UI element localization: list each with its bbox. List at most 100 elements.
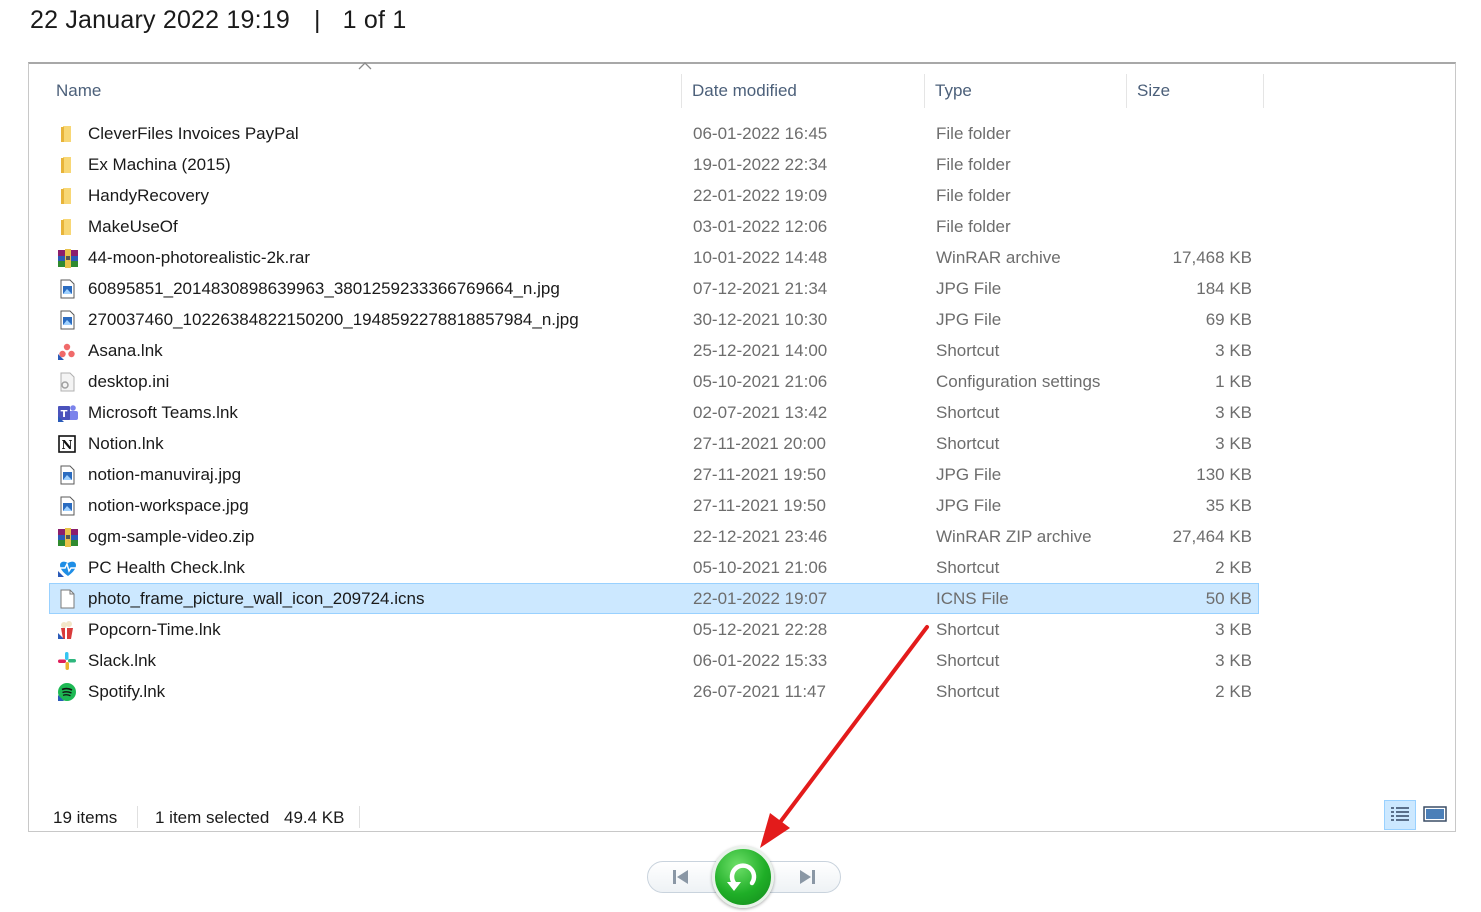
file-row[interactable]: Ex Machina (2015) 19-01-2022 22:34 File fo… (49, 149, 1259, 180)
file-date-modified: 06-01-2022 16:45 (693, 124, 828, 143)
file-date-modified: 27-11-2021 20:00 (693, 434, 826, 453)
file-name: Microsoft Teams.lnk (88, 403, 238, 422)
file-row[interactable]: CleverFiles Invoices PayPal 06-01-2022 16… (49, 118, 1259, 149)
large-icons-view-icon (1423, 806, 1447, 822)
column-header-type[interactable]: Type (925, 74, 1127, 108)
file-type: Shortcut (936, 558, 1000, 577)
file-type: JPG File (936, 496, 1002, 515)
file-row[interactable]: T Microsoft Teams.lnk 02-07-2021 13:42 Shor… (49, 397, 1259, 428)
file-size: 3 KB (1215, 651, 1252, 670)
file-date-modified: 22-12-2021 23:46 (693, 527, 828, 546)
previous-button[interactable] (668, 865, 694, 889)
column-header-size[interactable]: Size (1127, 74, 1264, 108)
file-row[interactable]: 60895851_2014830898639963_38012592333667… (49, 273, 1259, 304)
next-button[interactable] (794, 865, 820, 889)
file-row[interactable]: ogm-sample-video.zip 22-12-2021 23:46 WinR… (49, 521, 1259, 552)
image-file-icon (57, 279, 77, 299)
photo-viewer-header: 22 January 2022 19:19 | 1 of 1 (30, 6, 406, 35)
file-type: Configuration settings (936, 372, 1101, 391)
selection-size: 49.4 KB (284, 808, 345, 827)
file-row[interactable]: Popcorn-Time.lnk 05-12-2021 22:28 Shortcut… (49, 614, 1259, 645)
teams-icon: T (57, 403, 78, 423)
file-row[interactable]: 270037460_10226384822150200_194859227881… (49, 304, 1259, 335)
notion-icon: N (57, 434, 77, 454)
file-type: File folder (936, 124, 1011, 143)
header-separator: | (313, 6, 321, 34)
file-row[interactable]: notion-workspace.jpg 27-11-2021 19:50 JPG … (49, 490, 1259, 521)
explorer-file-list-window: Name Date modified Type Size CleverFiles… (28, 62, 1456, 832)
file-row[interactable]: HandyRecovery 22-01-2022 19:09 File folder (49, 180, 1259, 211)
details-view-button[interactable] (1384, 800, 1416, 830)
file-name: notion-workspace.jpg (88, 496, 249, 515)
slack-icon (57, 651, 77, 671)
sort-ascending-icon[interactable] (358, 61, 372, 71)
file-name: photo_frame_picture_wall_icon_209724.icn… (88, 589, 425, 608)
file-name: Notion.lnk (88, 434, 164, 453)
file-row[interactable]: PC Health Check.lnk 05-10-2021 21:06 Short… (49, 552, 1259, 583)
file-date-modified: 03-01-2022 12:06 (693, 217, 828, 236)
file-size: 3 KB (1215, 620, 1252, 639)
file-row[interactable]: Asana.lnk 25-12-2021 14:00 Shortcut 3 KB (49, 335, 1259, 366)
file-date-modified: 25-12-2021 14:00 (693, 341, 828, 360)
file-row[interactable]: 44-moon-photorealistic-2k.rar 10-01-2022 … (49, 242, 1259, 273)
svg-text:N: N (62, 438, 73, 452)
file-date-modified: 10-01-2022 14:48 (693, 248, 828, 267)
capture-date: 22 January 2022 19:19 (30, 6, 290, 34)
file-row[interactable]: photo_frame_picture_wall_icon_209724.icn… (49, 583, 1259, 614)
file-type: File folder (936, 217, 1011, 236)
file-type: JPG File (936, 279, 1002, 298)
file-row[interactable]: notion-manuviraj.jpg 27-11-2021 19:50 JPG … (49, 459, 1259, 490)
file-size: 17,468 KB (1172, 248, 1252, 267)
file-date-modified: 27-11-2021 19:50 (693, 465, 826, 484)
popcorn-icon (57, 620, 77, 640)
status-divider (359, 806, 360, 828)
file-row[interactable]: desktop.ini 05-10-2021 21:06 Configuration… (49, 366, 1259, 397)
file-row[interactable]: MakeUseOf 03-01-2022 12:06 File folder (49, 211, 1259, 242)
file-date-modified: 05-10-2021 21:06 (693, 372, 828, 391)
large-icons-view-button[interactable] (1420, 800, 1452, 830)
file-size: 2 KB (1215, 558, 1252, 577)
items-count: 19 items (53, 808, 118, 827)
file-row[interactable]: Spotify.lnk 26-07-2021 11:47 Shortcut 2 KB (49, 676, 1259, 707)
blank-file-icon (57, 589, 77, 609)
file-name: CleverFiles Invoices PayPal (88, 124, 299, 143)
rotate-button[interactable] (712, 846, 774, 908)
file-type: Shortcut (936, 682, 1000, 701)
file-date-modified: 02-07-2021 13:42 (693, 403, 828, 422)
file-name: Popcorn-Time.lnk (88, 620, 221, 639)
file-type: File folder (936, 155, 1011, 174)
file-name: HandyRecovery (88, 186, 209, 205)
file-name: desktop.ini (88, 372, 170, 391)
selection-count: 1 item selected (155, 808, 270, 827)
image-file-icon (57, 310, 77, 330)
file-size: 69 KB (1205, 310, 1252, 329)
file-name: ogm-sample-video.zip (88, 527, 255, 546)
file-date-modified: 27-11-2021 19:50 (693, 496, 826, 515)
column-header-name[interactable]: Name (29, 74, 682, 108)
file-size: 130 KB (1196, 465, 1252, 484)
folder-icon (57, 124, 77, 144)
file-row[interactable]: N Notion.lnk 27-11-2021 20:00 Shortcut 3 KB (49, 428, 1259, 459)
file-type: ICNS File (936, 589, 1009, 608)
file-name: MakeUseOf (88, 217, 178, 236)
file-row[interactable]: Slack.lnk 06-01-2022 15:33 Shortcut 3 KB (49, 645, 1259, 676)
rotate-icon (727, 863, 757, 891)
file-size: 3 KB (1215, 341, 1252, 360)
image-file-icon (57, 496, 77, 516)
file-type: Shortcut (936, 620, 1000, 639)
file-name: 44-moon-photorealistic-2k.rar (88, 248, 311, 267)
file-type: File folder (936, 186, 1011, 205)
file-date-modified: 19-01-2022 22:34 (693, 155, 828, 174)
file-date-modified: 30-12-2021 10:30 (693, 310, 828, 329)
file-type: JPG File (936, 310, 1002, 329)
file-type: Shortcut (936, 434, 1000, 453)
health-check-icon (57, 558, 77, 578)
file-name: Spotify.lnk (88, 682, 166, 701)
column-header-date-modified[interactable]: Date modified (682, 74, 925, 108)
winrar-icon (57, 527, 78, 547)
file-list: CleverFiles Invoices PayPal 06-01-2022 16… (49, 118, 1259, 707)
folder-icon (57, 155, 77, 175)
spotify-icon (57, 682, 77, 702)
page-counter: 1 of 1 (342, 6, 407, 34)
file-size: 3 KB (1215, 434, 1252, 453)
